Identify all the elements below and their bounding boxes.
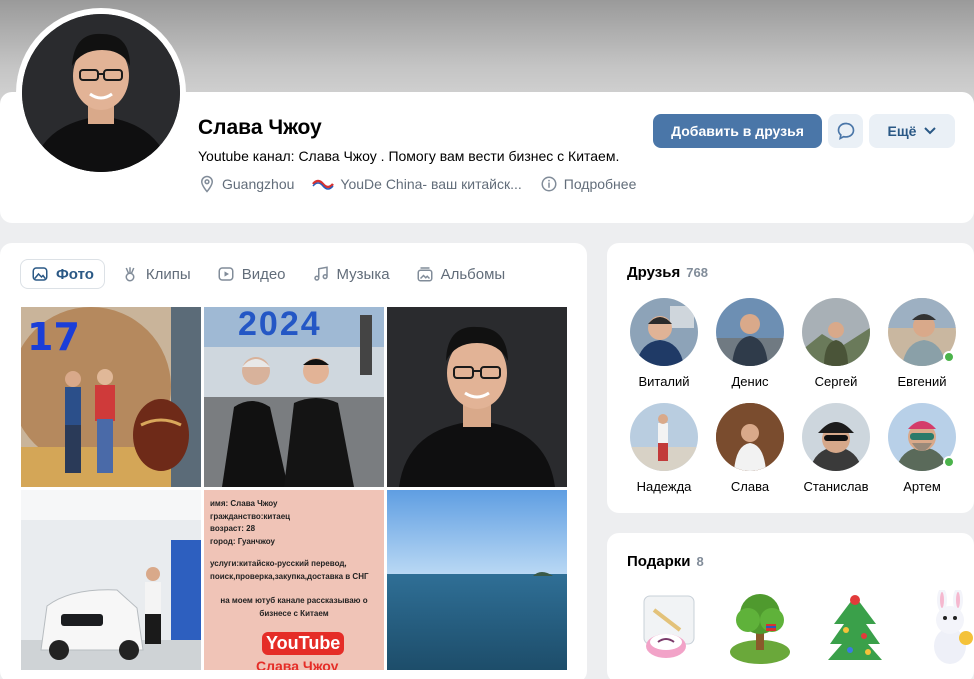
youtube-channel-name: Слава Чжоу bbox=[256, 658, 339, 670]
photo-icon bbox=[32, 267, 48, 281]
friend-item[interactable]: Денис bbox=[707, 298, 793, 389]
online-indicator bbox=[943, 351, 955, 363]
more-info-link[interactable]: Подробнее bbox=[540, 175, 637, 193]
gifts-count: 8 bbox=[696, 554, 704, 569]
tab-clips-label: Клипы bbox=[145, 265, 191, 283]
profile-name: Слава Чжоу bbox=[198, 116, 322, 139]
photo-grid: 17 2024 имя: Слава Чжоу гражданство:кита… bbox=[21, 307, 567, 670]
friend-name: Слава bbox=[730, 479, 770, 494]
youtube-logo: YouTube bbox=[262, 632, 345, 655]
friend-name: Артем bbox=[903, 479, 941, 494]
music-note-icon bbox=[313, 266, 328, 281]
gift-tree-island-icon[interactable] bbox=[726, 590, 796, 668]
message-icon bbox=[837, 122, 854, 141]
tab-albums[interactable]: Альбомы bbox=[406, 259, 516, 289]
friend-avatar bbox=[716, 298, 784, 366]
friend-item[interactable]: Станислав bbox=[793, 403, 879, 494]
info-line: возраст: 28 bbox=[210, 524, 256, 533]
info-icon bbox=[541, 176, 557, 192]
friend-name: Станислав bbox=[803, 479, 869, 494]
tab-albums-label: Альбомы bbox=[440, 265, 506, 283]
profile-avatar[interactable] bbox=[16, 8, 186, 178]
profile-status: Youtube канал: Слава Чжоу . Помогу вам в… bbox=[198, 148, 620, 164]
clips-icon bbox=[125, 267, 135, 282]
gift-bunny-icon[interactable] bbox=[914, 588, 974, 668]
tab-video-label: Видео bbox=[241, 265, 286, 283]
photo-thumbnail-4[interactable] bbox=[21, 490, 201, 670]
friend-item[interactable]: Виталий bbox=[621, 298, 707, 389]
friend-name: Денис bbox=[731, 374, 769, 389]
photo-thumbnail-1[interactable]: 17 bbox=[21, 307, 201, 487]
friends-header[interactable]: Друзья 768 bbox=[627, 264, 708, 281]
youtube-logo-text: YouTube bbox=[262, 632, 345, 655]
friend-avatar bbox=[716, 403, 784, 471]
photo-thumbnail-3[interactable] bbox=[387, 307, 567, 487]
gift-cake-box-icon[interactable] bbox=[632, 590, 702, 668]
info-line: поиск,проверка,закупка,доставка в СНГ bbox=[210, 571, 369, 581]
photo-thumbnail-5[interactable]: имя: Слава Чжоу гражданство:китаец возра… bbox=[204, 490, 384, 670]
chevron-down-icon bbox=[924, 127, 937, 135]
more-button-label: Ещё bbox=[887, 123, 917, 139]
friends-title: Друзья bbox=[627, 264, 681, 281]
gifts-list bbox=[632, 588, 974, 668]
gift-christmas-tree-icon[interactable] bbox=[820, 590, 890, 668]
photo-number-label: 17 bbox=[27, 315, 80, 359]
photo-thumbnail-6[interactable] bbox=[387, 490, 567, 670]
add-friend-button[interactable]: Добавить в друзья bbox=[653, 114, 822, 148]
info-line: услуги:китайско-русский перевод, bbox=[210, 559, 347, 568]
video-icon bbox=[218, 267, 234, 281]
tab-photo-label: Фото bbox=[56, 265, 94, 283]
friend-name: Виталий bbox=[638, 374, 690, 389]
message-button[interactable] bbox=[828, 114, 863, 148]
more-button[interactable]: Ещё bbox=[869, 114, 955, 148]
friend-avatar bbox=[630, 298, 698, 366]
location-text: Guangzhou bbox=[222, 176, 295, 192]
info-line: бизнесе с Китаем bbox=[259, 608, 329, 618]
friend-name: Евгений bbox=[897, 374, 947, 389]
info-line: имя: Слава Чжоу bbox=[210, 499, 278, 508]
online-indicator bbox=[943, 456, 955, 468]
tab-video[interactable]: Видео bbox=[207, 259, 296, 289]
media-tabs: Фото Клипы Видео Музыка Альбомы bbox=[20, 259, 521, 289]
friend-avatar bbox=[802, 298, 870, 366]
friend-name: Сергей bbox=[814, 374, 858, 389]
more-info-text: Подробнее bbox=[563, 176, 637, 192]
friend-item[interactable]: Слава bbox=[707, 403, 793, 494]
photo-thumbnail-2[interactable]: 2024 bbox=[204, 307, 384, 487]
company-logo-icon bbox=[312, 179, 335, 190]
info-line: гражданство:китаец bbox=[210, 511, 291, 521]
photo-year-label: 2024 bbox=[238, 307, 322, 343]
gifts-header[interactable]: Подарки 8 bbox=[627, 553, 704, 570]
tab-music[interactable]: Музыка bbox=[302, 259, 400, 289]
friends-grid: Виталий Денис Сергей Евгений Надежда Сла… bbox=[621, 298, 961, 494]
gifts-title: Подарки bbox=[627, 553, 691, 570]
albums-icon bbox=[417, 267, 433, 282]
friend-name: Надежда bbox=[636, 479, 692, 494]
work-text: YouDe China- ваш китайск... bbox=[340, 176, 522, 192]
friend-item[interactable]: Сергей bbox=[793, 298, 879, 389]
friend-avatar bbox=[630, 403, 698, 471]
info-line: на моем ютуб канале рассказываю о bbox=[220, 596, 368, 605]
profile-meta: Guangzhou YouDe China- ваш китайск... По… bbox=[198, 175, 654, 193]
tab-clips[interactable]: Клипы bbox=[111, 259, 201, 289]
friend-item[interactable]: Надежда bbox=[621, 403, 707, 494]
info-line: город: Гуанчжоу bbox=[210, 536, 275, 546]
friend-item[interactable]: Артем bbox=[879, 403, 965, 494]
tab-music-label: Музыка bbox=[336, 265, 390, 283]
work-item[interactable]: YouDe China- ваш китайск... bbox=[312, 176, 522, 192]
friend-avatar bbox=[802, 403, 870, 471]
friend-item[interactable]: Евгений bbox=[879, 298, 965, 389]
location-pin-icon bbox=[200, 175, 214, 193]
tab-photo[interactable]: Фото bbox=[20, 259, 105, 289]
friends-count: 768 bbox=[686, 265, 708, 280]
location-item[interactable]: Guangzhou bbox=[198, 175, 294, 193]
